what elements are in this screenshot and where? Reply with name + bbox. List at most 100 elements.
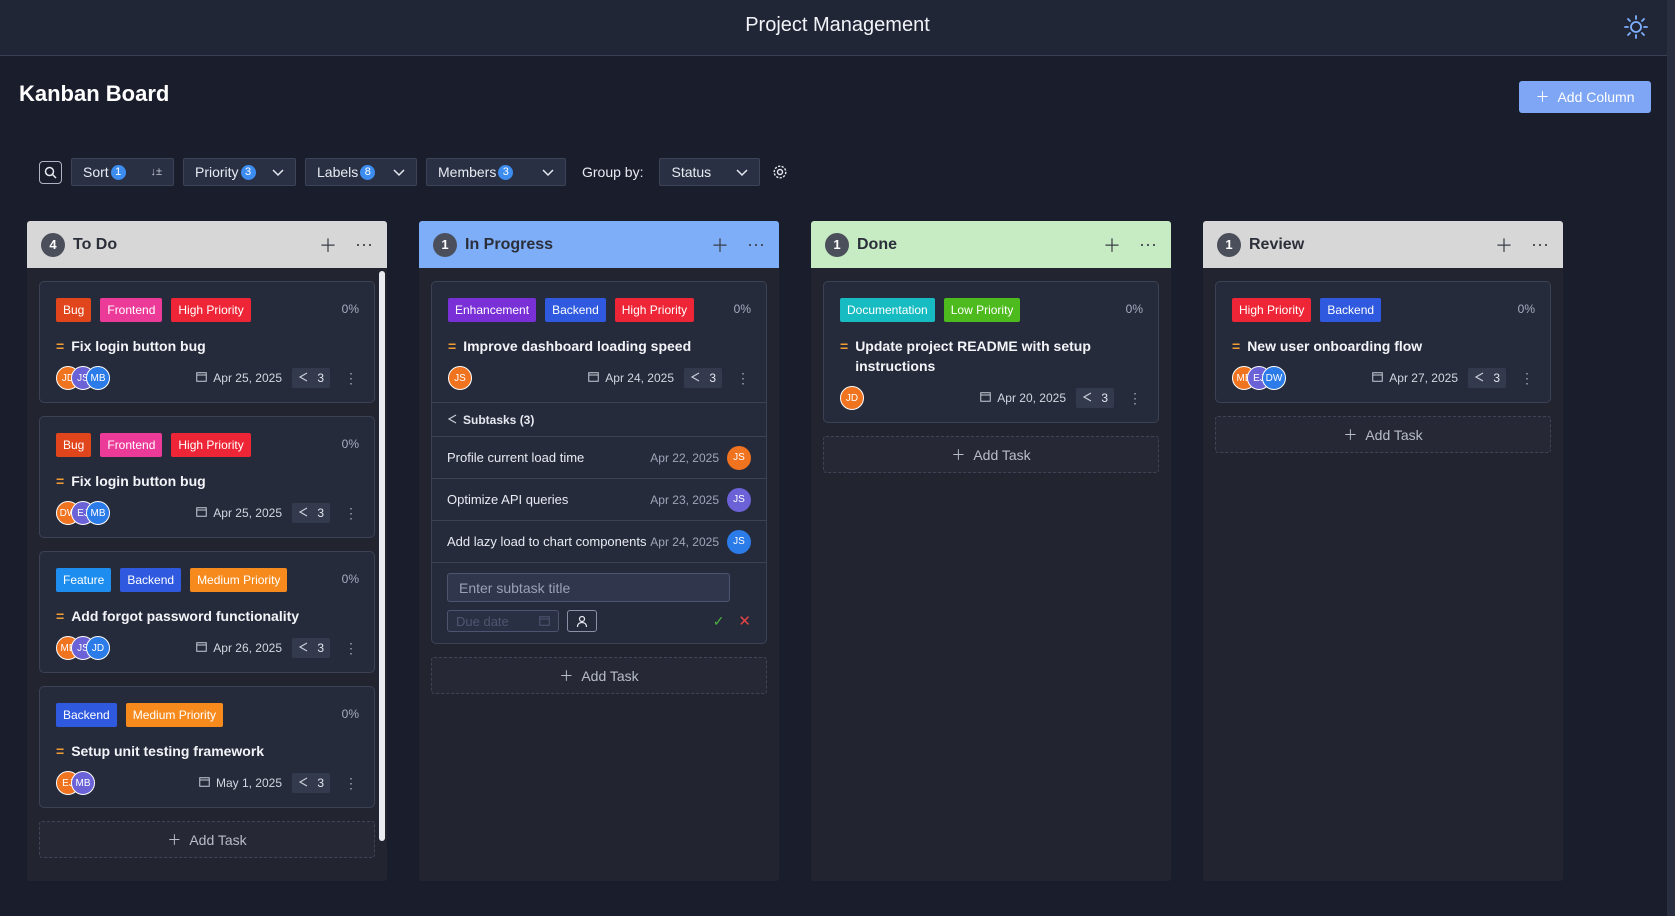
priority-icon: = [56, 743, 65, 759]
kebab-menu-icon[interactable]: ⋮ [344, 505, 358, 522]
column-body: 0% Bug Frontend High Priority = Fix login but… [27, 268, 387, 858]
page-scrollbar[interactable] [1667, 0, 1675, 916]
subtask-count-button[interactable]: 3 [292, 368, 330, 388]
add-task-button[interactable]: ＋ Add Task [431, 657, 767, 694]
subtask-count-button[interactable]: 3 [1468, 368, 1506, 388]
subtask-count-button[interactable]: 3 [1076, 388, 1114, 408]
sun-icon[interactable] [1623, 14, 1649, 40]
priority-icon: = [56, 608, 65, 624]
column-header: 1 In Progress ＋ ··· [419, 221, 779, 268]
subtask-header[interactable]: Subtasks (3) [431, 403, 767, 437]
calendar-icon [539, 614, 550, 629]
task-card[interactable]: 0% Bug Frontend High Priority = Fix login but… [39, 281, 375, 403]
avatar[interactable]: DW [1262, 366, 1286, 390]
calendar-icon [196, 371, 208, 385]
avatar[interactable]: MB [86, 501, 110, 525]
task-card[interactable]: 0% Enhancement Backend High Priority = Improv… [431, 281, 767, 644]
task-footer: JS Apr 24, 2025 3 ⋮ [448, 366, 750, 390]
column-actions: ＋ ··· [1495, 232, 1549, 258]
column-scrollbar[interactable] [379, 271, 385, 841]
kebab-menu-icon[interactable]: ⋮ [1128, 390, 1142, 407]
avatar[interactable]: JD [840, 386, 864, 410]
due-date: May 1, 2025 [199, 776, 282, 790]
tag-badge: Backend [120, 568, 182, 592]
kebab-menu-icon[interactable]: ⋮ [344, 370, 358, 387]
due-date: Apr 25, 2025 [196, 371, 282, 385]
subtask-date: Apr 24, 2025 [650, 534, 719, 549]
kanban-column: 1 Done ＋ ··· 0% Documentation Low Priority = Upd… [811, 221, 1171, 881]
subtask-title-input[interactable]: Enter subtask title [447, 573, 730, 602]
tag-list: High Priority Backend [1232, 298, 1502, 322]
tag-badge: High Priority [171, 298, 251, 322]
add-column-label: Add Column [1557, 89, 1635, 105]
task-card[interactable]: 0% Bug Frontend High Priority = Fix login but… [39, 416, 375, 538]
avatar[interactable]: JS [448, 366, 472, 390]
avatar[interactable]: JS [727, 445, 751, 470]
priority-label: Priority [195, 164, 239, 180]
labels-filter[interactable]: Labels 8 [305, 158, 417, 186]
avatar[interactable]: JS [727, 529, 751, 554]
kebab-menu-icon[interactable]: ⋮ [344, 775, 358, 792]
task-card[interactable]: 0% Feature Backend Medium Priority = Add forg… [39, 551, 375, 673]
task-title-text: Fix login button bug [71, 473, 206, 489]
add-task-button[interactable]: ＋ Add Task [1215, 416, 1551, 453]
subtask-count-button[interactable]: 3 [292, 773, 330, 793]
column-title: In Progress [465, 235, 554, 253]
task-title: = Fix login button bug [56, 336, 358, 356]
members-filter[interactable]: Members 3 [426, 158, 566, 186]
more-icon[interactable]: ··· [1139, 234, 1157, 255]
assignee-avatars: JD [840, 386, 864, 410]
more-icon[interactable]: ··· [1531, 234, 1549, 255]
avatar[interactable]: MB [86, 366, 110, 390]
labels-label: Labels [317, 164, 359, 180]
gear-icon[interactable] [772, 164, 788, 180]
task-card[interactable]: 0% High Priority Backend = New user onboardi… [1215, 281, 1551, 403]
kebab-menu-icon[interactable]: ⋮ [344, 640, 358, 657]
due-date-placeholder: Due date [456, 613, 509, 629]
subtask-row[interactable]: Profile current load time Apr 22, 2025 JS [431, 437, 767, 479]
more-icon[interactable]: ··· [747, 234, 765, 255]
sort-button[interactable]: Sort 1 ↓± [71, 158, 174, 186]
due-date-input[interactable]: Due date [447, 610, 559, 632]
add-task-icon[interactable]: ＋ [319, 232, 337, 258]
task-card[interactable]: 0% Backend Medium Priority = Setup unit test… [39, 686, 375, 808]
column-body: 0% High Priority Backend = New user onboardi… [1203, 268, 1563, 453]
avatar[interactable]: JS [727, 487, 751, 512]
subtask-row[interactable]: Optimize API queries Apr 23, 2025 JS [431, 479, 767, 521]
task-title-text: Update project README with setup instruc… [855, 338, 1091, 374]
column-body: 0% Documentation Low Priority = Update proje… [811, 268, 1171, 473]
task-card[interactable]: 0% Documentation Low Priority = Update proje… [823, 281, 1159, 423]
column-header: 1 Done ＋ ··· [811, 221, 1171, 268]
progress-percent: 0% [341, 437, 359, 451]
subtask-row[interactable]: Add lazy load to chart components Apr 24,… [431, 521, 767, 563]
add-task-button[interactable]: ＋ Add Task [39, 821, 375, 858]
tag-list: Enhancement Backend High Priority [448, 298, 718, 322]
kebab-menu-icon[interactable]: ⋮ [736, 370, 750, 387]
add-task-icon[interactable]: ＋ [1103, 232, 1121, 258]
subtask-count: 3 [317, 776, 324, 790]
subtask-count-button[interactable]: 3 [292, 503, 330, 523]
avatar[interactable]: JD [86, 636, 110, 660]
tag-list: Documentation Low Priority [840, 298, 1110, 322]
more-icon[interactable]: ··· [355, 234, 373, 255]
column-count-badge: 1 [825, 232, 849, 257]
subtask-form: Enter subtask title Due date ✓ ✕ [431, 563, 767, 644]
subtask-count-button[interactable]: 3 [292, 638, 330, 658]
assign-user-button[interactable] [567, 610, 597, 632]
group-by-select[interactable]: Status [659, 158, 761, 186]
add-task-icon[interactable]: ＋ [711, 232, 729, 258]
column-title: Done [857, 235, 897, 253]
add-task-icon[interactable]: ＋ [1495, 232, 1513, 258]
avatar[interactable]: MB [71, 771, 95, 795]
priority-filter[interactable]: Priority 3 [183, 158, 296, 186]
search-button[interactable] [39, 160, 62, 184]
add-column-button[interactable]: ＋ Add Column [1519, 81, 1651, 113]
due-date-text: Apr 26, 2025 [213, 641, 282, 655]
check-icon[interactable]: ✓ [713, 613, 725, 630]
add-task-button[interactable]: ＋ Add Task [823, 436, 1159, 473]
kebab-menu-icon[interactable]: ⋮ [1520, 370, 1534, 387]
subtask-count-button[interactable]: 3 [684, 368, 722, 388]
column-header: 4 To Do ＋ ··· [27, 221, 387, 268]
due-date-text: Apr 20, 2025 [997, 391, 1066, 405]
close-icon[interactable]: ✕ [738, 612, 751, 630]
